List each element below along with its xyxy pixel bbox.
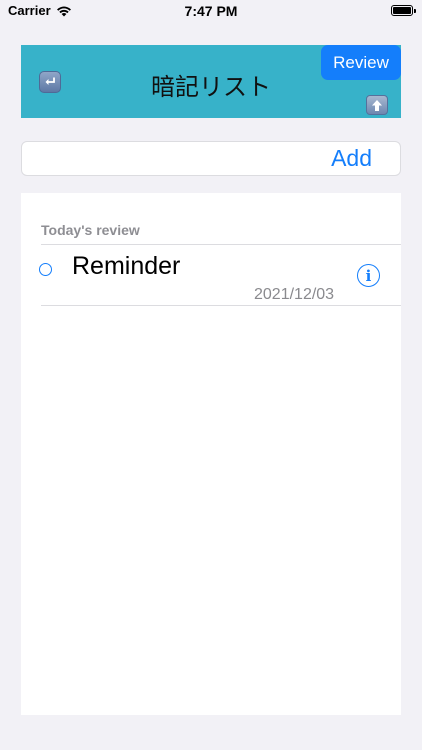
add-bar: Add bbox=[21, 141, 401, 176]
return-arrow-icon[interactable] bbox=[39, 71, 61, 93]
divider bbox=[41, 244, 401, 245]
status-time: 7:47 PM bbox=[184, 3, 238, 19]
up-arrow-icon[interactable] bbox=[366, 95, 388, 115]
status-bar: Carrier 7:47 PM bbox=[0, 0, 422, 24]
section-header: Today's review bbox=[41, 222, 140, 238]
completion-circle-icon[interactable] bbox=[39, 263, 52, 276]
divider bbox=[41, 305, 401, 306]
info-icon[interactable]: i bbox=[357, 264, 380, 287]
list-item-title[interactable]: Reminder bbox=[72, 252, 180, 281]
battery-icon bbox=[391, 5, 416, 16]
header-banner: 暗記リスト Review bbox=[21, 45, 401, 118]
review-button[interactable]: Review bbox=[321, 45, 401, 80]
review-list: Today's review Reminder 2021/12/03 i bbox=[21, 193, 401, 715]
new-item-input[interactable] bbox=[30, 146, 314, 174]
list-item-date: 2021/12/03 bbox=[254, 286, 335, 303]
battery-level bbox=[393, 7, 411, 14]
add-button[interactable]: Add bbox=[331, 145, 372, 172]
